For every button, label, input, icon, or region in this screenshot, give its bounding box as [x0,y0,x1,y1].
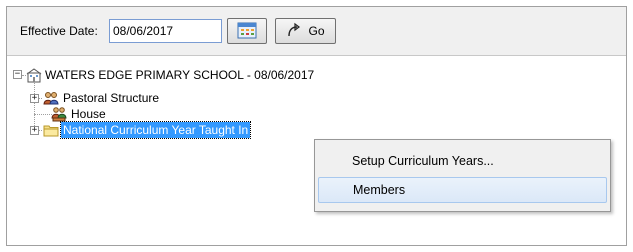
members-window: Effective Date: 08/06/2017 Go − WATERS E… [6,6,627,246]
tree-node-label: House [71,107,106,121]
tree-node-label: National Curriculum Year Taught In [59,121,252,139]
calendar-button[interactable] [227,18,267,44]
calendar-icon [237,21,257,42]
folder-icon [43,122,59,138]
curved-arrow-icon [286,22,302,41]
menu-item-setup-curriculum-years[interactable]: Setup Curriculum Years... [318,148,607,174]
expand-toggle[interactable]: + [30,94,39,103]
go-button[interactable]: Go [275,18,336,44]
tree-node-pastoral-structure[interactable]: + Pastoral Structure [7,90,307,106]
effective-date-input[interactable] [109,19,222,43]
go-label: Go [308,24,325,38]
tree-node-national-curriculum[interactable]: + National Curriculum Year Taught In [7,121,347,139]
effective-date-label: Effective Date: [20,24,98,38]
tree-node-label: WATERS EDGE PRIMARY SCHOOL - 08/06/2017 [45,68,315,82]
menu-item-members[interactable]: Members [318,177,607,203]
context-menu: Setup Curriculum Years... Members [314,139,611,212]
tree-node-label: Pastoral Structure [63,91,160,105]
collapse-toggle[interactable]: − [13,70,22,79]
school-building-icon [26,67,42,83]
expand-toggle[interactable]: + [30,126,39,135]
tree-node-house[interactable]: House [7,106,307,122]
tree-node-root[interactable]: − WATERS EDGE PRIMARY SCHOOL - 08/06/201… [7,67,427,83]
group-people-icon [43,90,59,106]
toolbar: Effective Date: 08/06/2017 Go [7,7,626,56]
house-group-icon [51,106,67,122]
